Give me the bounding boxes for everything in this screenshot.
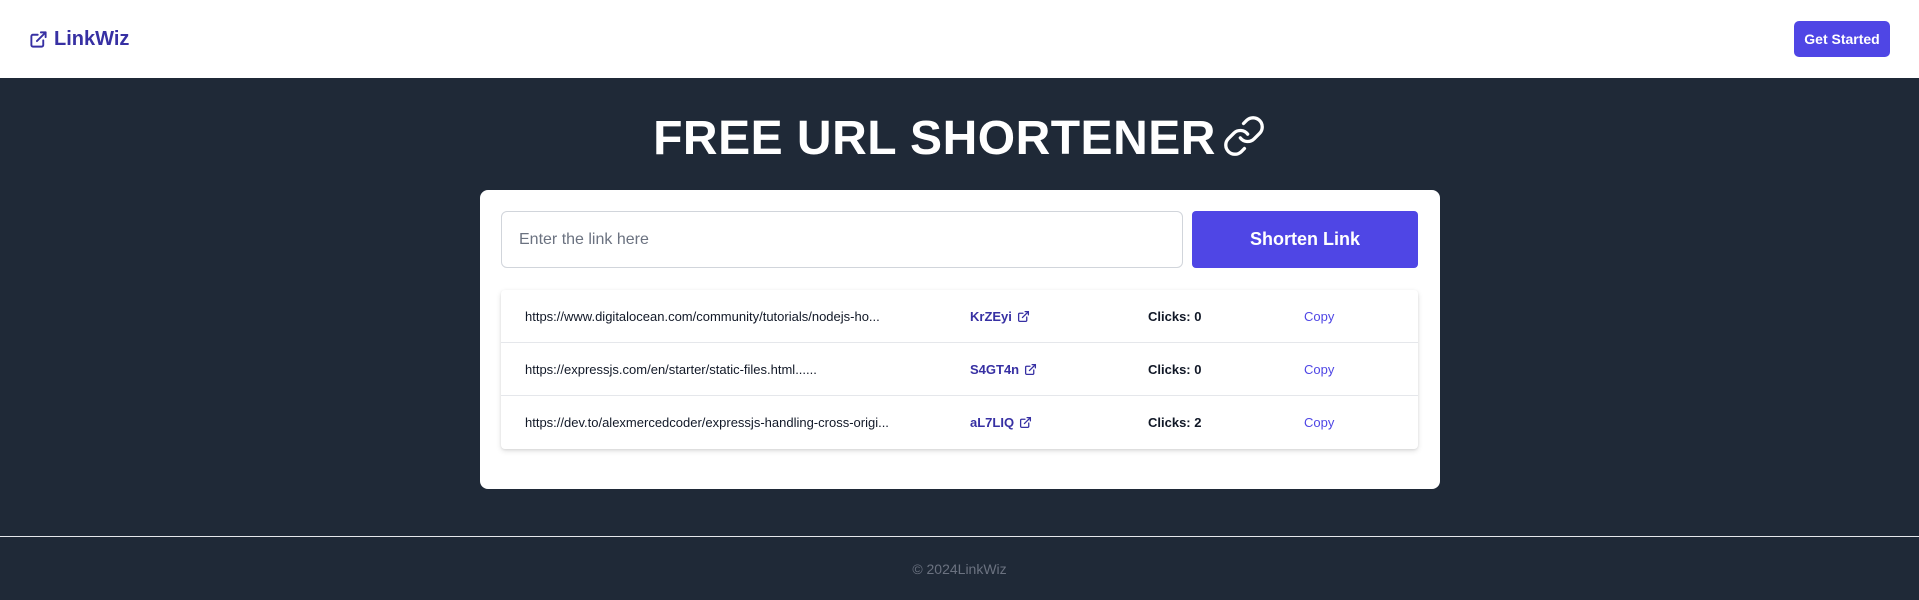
page-title-text: FREE URL SHORTENER xyxy=(653,111,1216,165)
short-link-cell: S4GT4n xyxy=(970,362,1148,377)
shorten-link-button[interactable]: Shorten Link xyxy=(1192,211,1418,268)
link-icon xyxy=(1222,114,1266,158)
url-input[interactable] xyxy=(501,211,1183,268)
hero-section: FREE URL SHORTENER xyxy=(0,78,1919,194)
short-link[interactable]: aL7LIQ xyxy=(970,415,1014,430)
copy-button[interactable]: Copy xyxy=(1304,415,1334,430)
click-count: Clicks: 2 xyxy=(1148,415,1202,430)
copy-cell: Copy xyxy=(1304,362,1404,377)
shortener-card: Shorten Link https://www.digitalocean.co… xyxy=(480,190,1440,489)
links-list: https://www.digitalocean.com/community/t… xyxy=(501,290,1418,449)
copy-button[interactable]: Copy xyxy=(1304,309,1334,324)
copy-cell: Copy xyxy=(1304,309,1404,324)
page-title: FREE URL SHORTENER xyxy=(653,111,1266,166)
short-link-cell: aL7LIQ xyxy=(970,415,1148,430)
get-started-button[interactable]: Get Started xyxy=(1794,21,1890,57)
copy-button[interactable]: Copy xyxy=(1304,362,1334,377)
original-url: https://dev.to/alexmercedcoder/expressjs… xyxy=(525,415,889,430)
link-row: https://www.digitalocean.com/community/t… xyxy=(501,290,1418,343)
shorten-form: Shorten Link xyxy=(501,211,1419,268)
footer: © 2024LinkWiz xyxy=(0,537,1919,600)
link-row: https://dev.to/alexmercedcoder/expressjs… xyxy=(501,396,1418,449)
brand-logo-link[interactable]: LinkWiz xyxy=(29,28,129,51)
short-link[interactable]: KrZEyi xyxy=(970,309,1012,324)
click-count: Clicks: 0 xyxy=(1148,308,1202,324)
copyright-text: © 2024LinkWiz xyxy=(912,560,1007,577)
top-navbar: LinkWiz Get Started xyxy=(0,0,1919,78)
link-row: https://expressjs.com/en/starter/static-… xyxy=(501,343,1418,396)
copy-cell: Copy xyxy=(1304,415,1404,430)
short-link-cell: KrZEyi xyxy=(970,309,1148,324)
external-link-icon[interactable] xyxy=(1019,416,1032,429)
click-count: Clicks: 0 xyxy=(1148,361,1202,377)
original-url: https://expressjs.com/en/starter/static-… xyxy=(525,361,817,377)
external-link-icon[interactable] xyxy=(1024,363,1037,376)
external-link-icon[interactable] xyxy=(1017,310,1030,323)
original-url: https://www.digitalocean.com/community/t… xyxy=(525,308,880,324)
external-link-icon xyxy=(29,30,48,49)
short-link[interactable]: S4GT4n xyxy=(970,362,1019,377)
brand-name: LinkWiz xyxy=(54,27,130,50)
